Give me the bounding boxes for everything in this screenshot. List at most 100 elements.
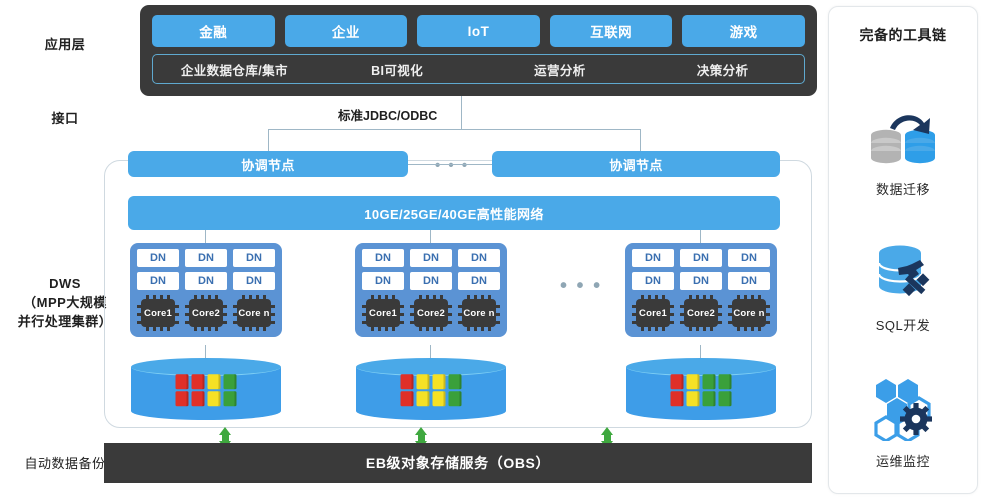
toolchain-label-sql-development: SQL开发 — [875, 318, 931, 333]
coordinator-ellipsis: • • • — [435, 157, 470, 174]
cpu-core-icon: Core2 — [410, 295, 452, 331]
cpu-core-icon: Core2 — [185, 295, 227, 331]
cpu-core-icon: Core n — [728, 295, 770, 331]
core-label: Core1 — [636, 299, 670, 327]
toolchain-title: 完备的工具链 — [859, 27, 947, 43]
dn-node[interactable]: DN — [458, 249, 500, 267]
storage-block-column — [400, 374, 414, 407]
dn-cluster-group-2: DN DN DN DN DN DN Core1 Core2 Core n — [355, 243, 507, 337]
app-chip-internet[interactable]: 互联网 — [549, 15, 673, 47]
dn-node[interactable]: DN — [233, 272, 275, 290]
dn-node[interactable]: DN — [680, 249, 722, 267]
storage-block-column — [718, 374, 732, 407]
row-label-application-layer: 应用层 — [44, 37, 86, 52]
dn-row: DN DN DN — [362, 249, 500, 267]
connector-group3-to-storage — [700, 345, 701, 359]
coordinator-node-left[interactable]: 协调节点 — [128, 151, 408, 177]
storage-block — [432, 374, 446, 390]
dn-node[interactable]: DN — [728, 249, 770, 267]
dn-node[interactable]: DN — [458, 272, 500, 290]
dn-node[interactable]: DN — [410, 249, 452, 267]
dn-row: DN DN DN — [632, 249, 770, 267]
toolchain-item-sql-development[interactable]: SQL开发 — [829, 239, 977, 334]
storage-block — [400, 374, 414, 390]
storage-block — [702, 391, 716, 407]
storage-block — [207, 374, 221, 390]
toolchain-label-operations-monitoring: 运维监控 — [875, 454, 930, 469]
storage-block — [416, 374, 430, 390]
storage-block-column — [670, 374, 684, 407]
connector-network-to-group3 — [700, 230, 701, 243]
storage-block — [223, 391, 237, 407]
dn-node[interactable]: DN — [632, 272, 674, 290]
application-chip-group: 金融 企业 IoT 互联网 游戏 — [152, 15, 805, 47]
core-label: Core1 — [366, 299, 400, 327]
app-chip-iot[interactable]: IoT — [417, 15, 540, 47]
app-chip-enterprise[interactable]: 企业 — [284, 15, 408, 47]
storage-block — [670, 374, 684, 390]
cpu-core-icon: Core2 — [680, 295, 722, 331]
connector-jdbc-bus — [268, 129, 640, 130]
core-label: Core2 — [684, 299, 718, 327]
dn-node[interactable]: DN — [728, 272, 770, 290]
storage-block — [207, 391, 221, 407]
dn-node[interactable]: DN — [137, 249, 179, 267]
storage-block — [448, 374, 462, 390]
storage-block — [191, 374, 205, 390]
dn-node[interactable]: DN — [185, 272, 227, 290]
storage-cylinder-2 — [356, 358, 506, 420]
dn-group-ellipsis: • • • — [560, 275, 603, 297]
dn-node[interactable]: DN — [632, 249, 674, 267]
dn-node[interactable]: DN — [185, 249, 227, 267]
cpu-core-icon: Core1 — [632, 295, 674, 331]
core-row: Core1 Core2 Core n — [632, 295, 770, 331]
storage-block — [175, 374, 189, 390]
obs-storage-bar: EB级对象存储服务（OBS） — [104, 443, 812, 483]
core-row: Core1 Core2 Core n — [137, 295, 275, 331]
dn-row: DN DN DN — [137, 249, 275, 267]
toolchain-item-data-migration[interactable]: 数据迁移 — [829, 103, 977, 198]
storage-block-column — [191, 374, 205, 407]
dn-node[interactable]: DN — [410, 272, 452, 290]
storage-block-column — [223, 374, 237, 407]
app-subitem-bi[interactable]: BI可视化 — [316, 60, 479, 79]
storage-block — [686, 391, 700, 407]
toolchain-item-operations-monitoring[interactable]: 运维监控 — [829, 375, 977, 470]
app-subitem-decision[interactable]: 决策分析 — [641, 60, 804, 79]
connector-coordinator-left-drop — [268, 129, 269, 151]
dn-cluster-group-3: DN DN DN DN DN DN Core1 Core2 Core n — [625, 243, 777, 337]
storage-block-group — [670, 374, 732, 407]
core-label: Core2 — [414, 299, 448, 327]
core-label: Core1 — [141, 299, 175, 327]
storage-block — [175, 391, 189, 407]
storage-block — [718, 391, 732, 407]
dn-node[interactable]: DN — [137, 272, 179, 290]
sql-development-icon — [864, 239, 942, 305]
app-subitem-dwh[interactable]: 企业数据仓库/集市 — [153, 60, 316, 79]
dn-node[interactable]: DN — [233, 249, 275, 267]
storage-cylinder-3 — [626, 358, 776, 420]
dn-node[interactable]: DN — [680, 272, 722, 290]
app-chip-finance[interactable]: 金融 — [152, 15, 275, 47]
cpu-core-icon: Core1 — [137, 295, 179, 331]
storage-block-column — [416, 374, 430, 407]
storage-block — [448, 391, 462, 407]
operations-monitoring-icon — [864, 375, 942, 443]
app-chip-gaming[interactable]: 游戏 — [682, 15, 805, 47]
dn-node[interactable]: DN — [362, 249, 404, 267]
data-migration-icon — [864, 103, 942, 169]
storage-block — [191, 391, 205, 407]
storage-block — [686, 374, 700, 390]
storage-block — [400, 391, 414, 407]
connector-network-to-group1 — [205, 230, 206, 243]
storage-block-group — [400, 374, 462, 407]
core-label: Core2 — [189, 299, 223, 327]
coordinator-node-right[interactable]: 协调节点 — [492, 151, 780, 177]
core-row: Core1 Core2 Core n — [362, 295, 500, 331]
dn-row: DN DN DN — [632, 272, 770, 290]
storage-block — [702, 374, 716, 390]
dn-node[interactable]: DN — [362, 272, 404, 290]
core-label: Core n — [462, 299, 496, 327]
high-performance-network-bar: 10GE/25GE/40GE高性能网络 — [128, 196, 780, 230]
app-subitem-operation[interactable]: 运营分析 — [479, 60, 642, 79]
